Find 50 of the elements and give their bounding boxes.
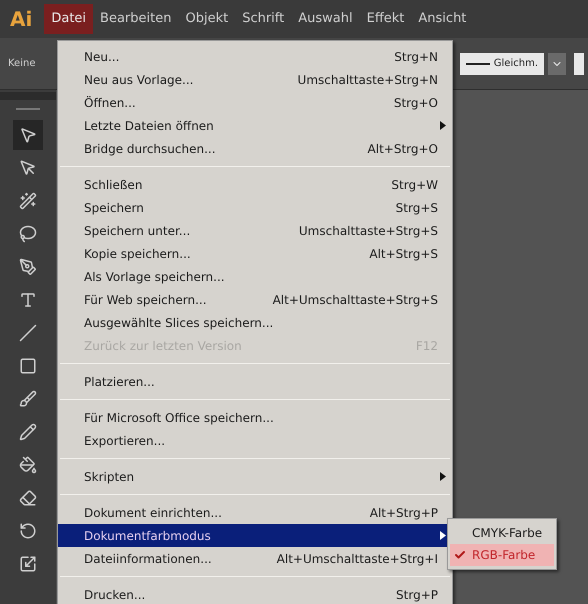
menu-option[interactable]: Speichern Strg+S <box>58 196 452 219</box>
menu-item[interactable]: Effekt <box>360 4 412 34</box>
scale-icon <box>19 555 37 573</box>
menu-option[interactable]: Neu... Strg+N <box>58 45 452 68</box>
menu-option[interactable]: Letzte Dateien öffnen <box>58 114 452 137</box>
menu-option[interactable]: Speichern unter... Umschalttaste+Strg+S <box>58 219 452 242</box>
stroke-profile-dropdown[interactable]: Gleichm. <box>460 52 544 74</box>
pencil-icon <box>19 423 37 441</box>
menu-option[interactable]: Kopie speichern... Alt+Strg+S <box>58 242 452 265</box>
bucket-icon <box>19 456 37 474</box>
menu-option[interactable]: Bridge durchsuchen... Alt+Strg+O <box>58 137 452 160</box>
menu-option[interactable]: Drucken... Strg+P <box>58 583 452 604</box>
pointer-icon <box>19 159 37 177</box>
tool-button[interactable] <box>13 120 43 150</box>
brush-icon <box>19 390 37 408</box>
menu-item[interactable]: Bearbeiten <box>93 4 178 34</box>
submenu-arrow-icon <box>440 472 446 481</box>
menu-item[interactable]: Objekt <box>178 4 236 34</box>
dropdown-button[interactable] <box>548 52 566 74</box>
menu-option[interactable]: Öffnen... Strg+O <box>58 91 452 114</box>
lasso-icon <box>19 225 37 243</box>
menu-option[interactable]: Skripten <box>58 465 452 488</box>
type-icon <box>19 291 37 309</box>
menu-item[interactable]: Schrift <box>235 4 292 34</box>
menu-option[interactable]: Für Web speichern... Alt+Umschalttaste+Strg+S <box>58 288 452 311</box>
menu-option[interactable]: Exportieren... <box>58 429 452 452</box>
panel-header <box>0 92 56 100</box>
app-logo: Ai <box>10 6 32 33</box>
menu-item[interactable]: Ansicht <box>411 4 474 34</box>
menu-item[interactable]: Auswahl <box>291 4 360 34</box>
rectangle-icon <box>19 357 37 375</box>
eraser-icon <box>19 489 37 507</box>
fill-label: Keine <box>8 57 36 71</box>
magic-wand-icon <box>19 192 37 210</box>
line-icon <box>19 324 37 342</box>
menu-option[interactable]: Schließen Strg+W <box>58 173 452 196</box>
menu-option[interactable]: Neu aus Vorlage... Umschalttaste+Strg+N <box>58 68 452 91</box>
rotate-icon <box>19 522 37 540</box>
menu-option[interactable]: Platzieren... <box>58 370 452 393</box>
pen-icon <box>19 258 37 276</box>
submenu-arrow-icon <box>440 531 446 540</box>
menu-option[interactable]: Ausgewählte Slices speichern... <box>58 311 452 334</box>
submenu-arrow-icon <box>440 121 446 130</box>
menu-item[interactable]: Datei <box>44 4 94 34</box>
menu-option[interactable]: Für Microsoft Office speichern... <box>58 406 452 429</box>
menu-option[interactable]: Als Vorlage speichern... <box>58 265 452 288</box>
field[interactable] <box>574 52 584 74</box>
menu-option[interactable]: Dokument einrichten... Alt+Strg+P <box>58 501 452 524</box>
menu-option[interactable]: CMYK-Farbe <box>450 522 554 544</box>
arrow-pointer-icon <box>19 126 37 144</box>
